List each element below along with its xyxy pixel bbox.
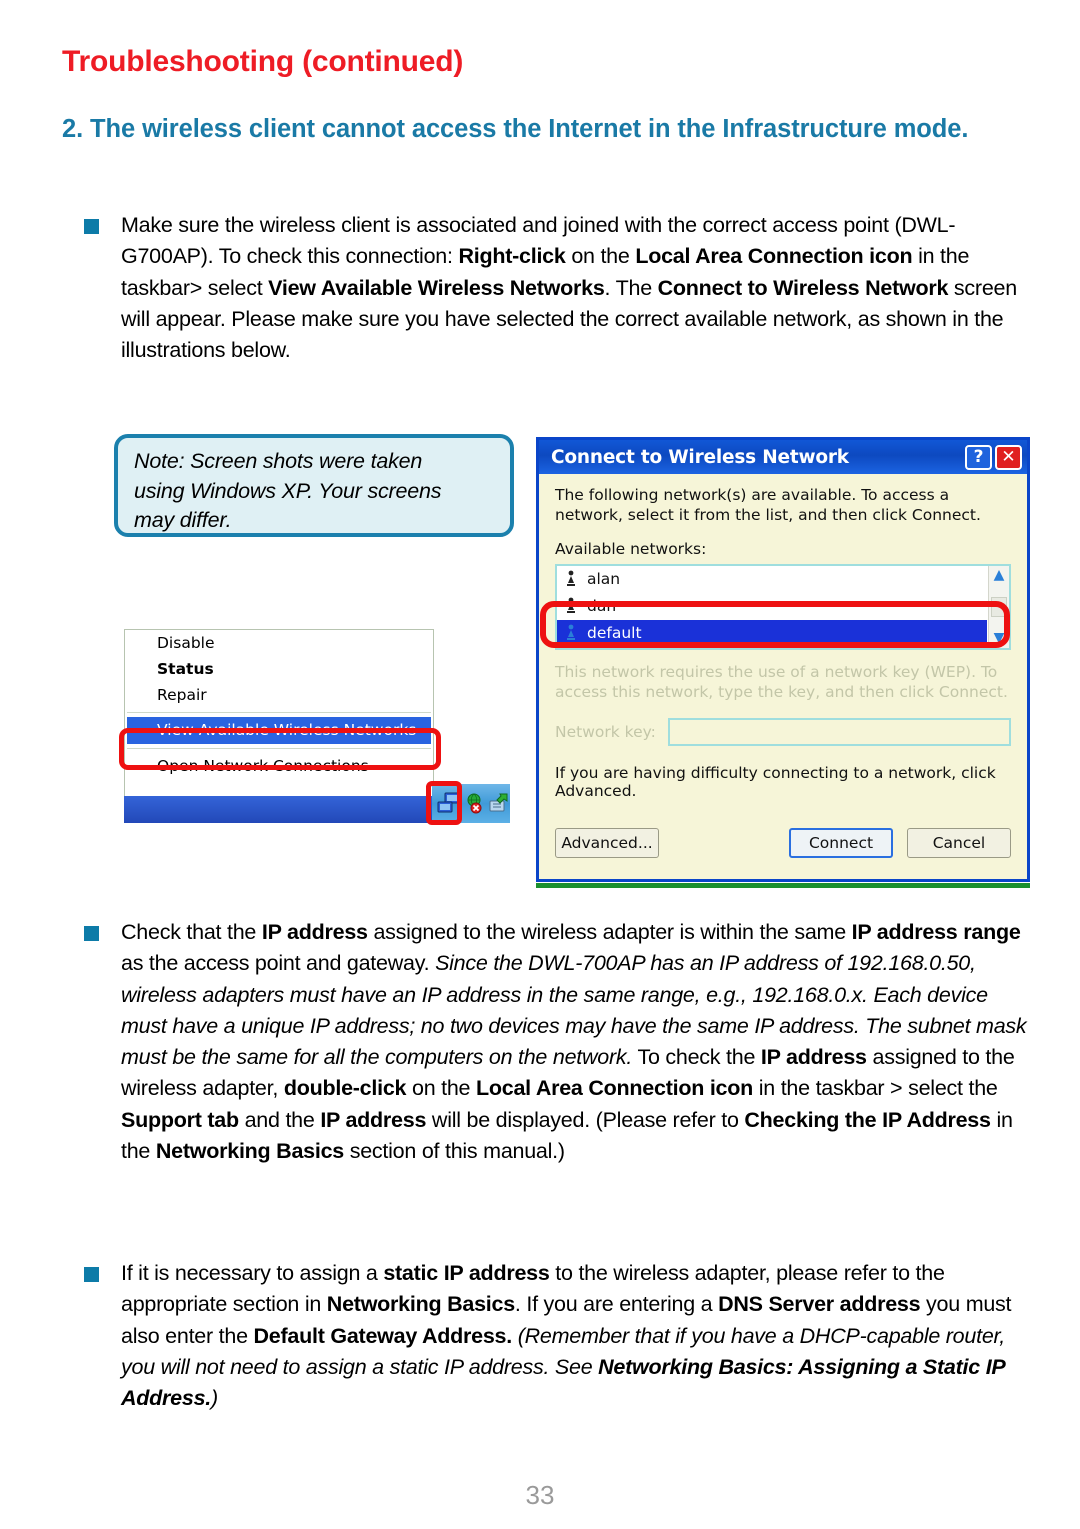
manual-page: Troubleshooting (continued) 2. The wirel… xyxy=(0,0,1080,1529)
scroll-down-icon[interactable]: ▼ xyxy=(989,629,1009,648)
help-button[interactable]: ? xyxy=(965,444,992,470)
note-callout: Note: Screen shots were taken using Wind… xyxy=(114,434,514,537)
connect-button[interactable]: Connect xyxy=(789,827,893,858)
cancel-button[interactable]: Cancel xyxy=(907,827,1011,858)
page-number: 33 xyxy=(525,1480,555,1510)
note-line-3: may differ. xyxy=(134,508,232,533)
network-key-input[interactable] xyxy=(668,717,1011,746)
dialog-intro-text: The following network(s) are available. … xyxy=(555,486,981,524)
close-icon[interactable]: ✕ xyxy=(995,444,1022,470)
menu-item-disable[interactable]: Disable xyxy=(125,630,433,656)
list-item[interactable]: alan xyxy=(557,566,1009,593)
wireless-network-icon xyxy=(563,596,579,616)
menu-separator-2 xyxy=(127,748,431,749)
advanced-button[interactable]: Advanced... xyxy=(555,827,659,858)
wireless-network-icon xyxy=(563,569,579,589)
bullet-item-1: Make sure the wireless client is associa… xyxy=(84,210,1034,366)
bullet-text-2: Check that the IP address assigned to th… xyxy=(121,920,1027,1163)
list-scrollbar[interactable]: ▲ ▼ xyxy=(988,565,1009,648)
volume-icon[interactable] xyxy=(488,792,510,816)
network-connection-icon[interactable] xyxy=(436,792,462,816)
bullet-item-2: Check that the IP address assigned to th… xyxy=(84,917,1034,1167)
network-key-row: Network key: xyxy=(555,717,1011,746)
dialog-button-row: Advanced... Connect Cancel xyxy=(555,827,1011,858)
available-networks-list[interactable]: alan dan default ▲ ▼ xyxy=(555,563,1011,650)
menu-separator-1 xyxy=(127,712,431,713)
wireless-network-icon xyxy=(563,623,579,643)
network-key-label: Network key: xyxy=(555,722,656,741)
context-menu-screenshot: Disable Status Repair View Available Wir… xyxy=(119,629,510,825)
page-title: Troubleshooting (continued) xyxy=(62,45,464,78)
system-tray xyxy=(432,784,510,823)
menu-item-repair[interactable]: Repair xyxy=(125,682,433,708)
scrollbar-thumb[interactable] xyxy=(991,596,1007,617)
advanced-hint-text: If you are having difficulty connecting … xyxy=(555,763,996,800)
connect-to-wireless-network-screenshot: Connect to Wireless Network ? ✕ The foll… xyxy=(536,437,1030,888)
available-networks-label: Available networks: xyxy=(555,539,707,558)
note-line-2: using Windows XP. Your screens xyxy=(134,478,442,503)
network-name: alan xyxy=(587,570,621,589)
bullet-item-3: If it is necessary to assign a static IP… xyxy=(84,1258,1034,1414)
note-line-1: Note: Screen shots were taken xyxy=(134,449,423,473)
network-context-menu: Disable Status Repair View Available Wir… xyxy=(124,629,434,798)
dialog-body: The following network(s) are available. … xyxy=(539,474,1027,858)
scroll-up-icon[interactable]: ▲ xyxy=(989,566,1009,585)
menu-item-view-available-wireless-networks[interactable]: View Available Wireless Networks xyxy=(127,717,431,744)
screenshot-bottom-strip xyxy=(536,883,1030,888)
list-item[interactable] xyxy=(557,647,1009,648)
section-heading: 2. The wireless client cannot access the… xyxy=(62,115,969,143)
wep-hint-text: This network requires the use of a netwo… xyxy=(555,662,1008,701)
bullet-square-icon xyxy=(84,219,99,234)
network-name: dan xyxy=(587,597,617,616)
list-item-selected[interactable]: default xyxy=(557,619,987,647)
dialog-window: Connect to Wireless Network ? ✕ The foll… xyxy=(536,437,1030,882)
dialog-title: Connect to Wireless Network xyxy=(551,446,849,468)
list-item[interactable]: dan xyxy=(557,593,1009,620)
globe-error-icon[interactable] xyxy=(465,792,485,816)
dialog-titlebar: Connect to Wireless Network ? ✕ xyxy=(539,440,1027,474)
bullet-text-1: Make sure the wireless client is associa… xyxy=(121,213,1017,363)
bullet-text-3: If it is necessary to assign a static IP… xyxy=(121,1261,1012,1411)
network-name: default xyxy=(587,624,642,643)
bullet-square-icon xyxy=(84,926,99,941)
menu-item-open-network-connections[interactable]: Open Network Connections xyxy=(125,753,433,779)
bullet-square-icon xyxy=(84,1267,99,1282)
menu-item-status[interactable]: Status xyxy=(125,656,433,682)
windows-taskbar xyxy=(124,796,434,823)
